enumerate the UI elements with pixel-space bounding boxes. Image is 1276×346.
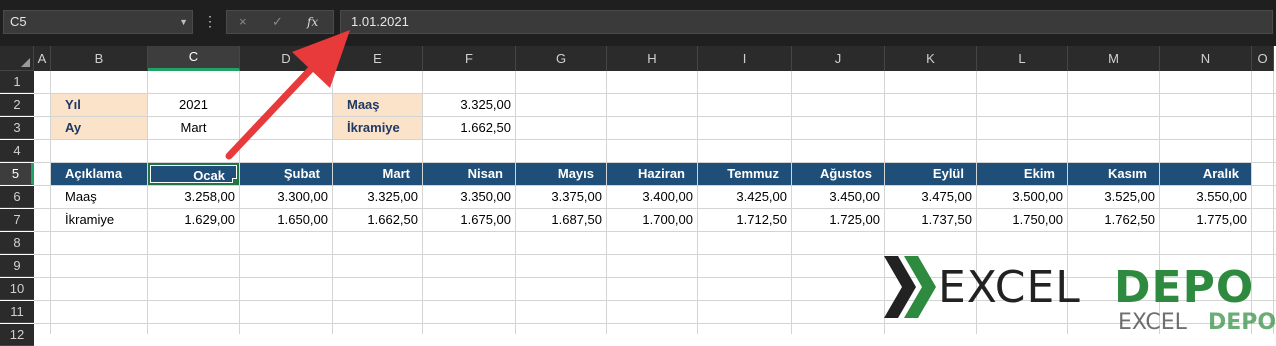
formula-buttons: × ✓ fx (226, 10, 334, 34)
salary-cell[interactable]: 3.500,00 (977, 186, 1067, 208)
column-header[interactable]: L (977, 46, 1068, 71)
column-header[interactable]: F (423, 46, 516, 71)
row-header[interactable]: 9 (0, 255, 34, 277)
cancel-icon[interactable]: × (239, 11, 247, 33)
salary-cell[interactable]: 3.475,00 (885, 186, 976, 208)
salary-cell[interactable]: 3.350,00 (423, 186, 515, 208)
logo-depo-small-text: DEPO (1208, 310, 1276, 335)
bonus-cell[interactable]: 1.650,00 (240, 209, 332, 231)
row-header[interactable]: 10 (0, 278, 34, 300)
name-box-value: C5 (10, 14, 27, 29)
salary-cell[interactable]: 3.525,00 (1068, 186, 1159, 208)
formula-bar-input[interactable]: 1.01.2021 (340, 10, 1273, 34)
salary-value-cell[interactable]: 3.325,00 (423, 94, 515, 116)
salary-cell[interactable]: 3.550,00 (1160, 186, 1251, 208)
column-header[interactable]: J (792, 46, 885, 71)
column-header[interactable]: O (1252, 46, 1274, 71)
bonus-cell[interactable]: 1.712,50 (698, 209, 791, 231)
row-header[interactable]: 3 (0, 117, 34, 139)
month-header-cell[interactable]: Ağustos (792, 163, 884, 185)
salary-cell[interactable]: 3.325,00 (333, 186, 422, 208)
month-header-cell[interactable]: Kasım (1068, 163, 1159, 185)
column-header[interactable]: B (51, 46, 148, 71)
logo-depo-text: DEPO (1114, 262, 1255, 313)
year-label-cell[interactable]: Yıl (51, 94, 147, 116)
logo-excel-small-text: EXCEL (1118, 310, 1187, 335)
row-header[interactable]: 4 (0, 140, 34, 162)
salary-cell[interactable]: 3.400,00 (607, 186, 697, 208)
month-header-cell[interactable]: Ekim (977, 163, 1067, 185)
column-header[interactable]: K (885, 46, 977, 71)
bonus-cell[interactable]: 1.775,00 (1160, 209, 1251, 231)
name-box[interactable]: C5 ▼ (3, 10, 193, 34)
bonus-cell[interactable]: 1.629,00 (148, 209, 239, 231)
year-value-cell[interactable]: 2021 (148, 94, 239, 116)
column-header[interactable]: M (1068, 46, 1160, 71)
description-header-cell[interactable]: Açıklama (51, 163, 147, 185)
month-header-cell[interactable]: Eylül (885, 163, 976, 185)
excel-depo-logo: EXCEL DEPO EXCEL DEPO (882, 250, 1276, 335)
row-header[interactable]: 11 (0, 301, 34, 323)
month-header-cell[interactable]: Ocak (148, 163, 239, 185)
row-header[interactable]: 8 (0, 232, 34, 254)
column-header[interactable]: C (148, 46, 240, 71)
month-value-cell[interactable]: Mart (148, 117, 239, 139)
month-header-cell[interactable]: Şubat (240, 163, 332, 185)
month-header-cell[interactable]: Mayıs (516, 163, 606, 185)
more-options-icon[interactable]: ⋮ (203, 12, 217, 30)
month-header-cell[interactable]: Haziran (607, 163, 697, 185)
salary-cell[interactable]: 3.258,00 (148, 186, 239, 208)
month-header-cell[interactable]: Temmuz (698, 163, 791, 185)
insert-function-icon[interactable]: fx (307, 11, 318, 33)
column-header[interactable]: G (516, 46, 607, 71)
salary-cell[interactable]: 3.375,00 (516, 186, 606, 208)
row-header[interactable]: 6 (0, 186, 34, 208)
salary-cell[interactable]: 3.300,00 (240, 186, 332, 208)
row-header[interactable]: 2 (0, 94, 34, 116)
column-header[interactable]: A (34, 46, 51, 71)
month-label-cell[interactable]: Ay (51, 117, 147, 139)
bonus-cell[interactable]: 1.700,00 (607, 209, 697, 231)
bonus-cell[interactable]: 1.662,50 (333, 209, 422, 231)
select-all-button[interactable] (0, 46, 34, 71)
x-logo-icon (884, 256, 936, 318)
row-header[interactable]: 12 (0, 324, 34, 346)
month-header-cell[interactable]: Mart (333, 163, 422, 185)
formula-toolbar: C5 ▼ ⋮ × ✓ fx 1.01.2021 (0, 0, 1276, 46)
bonus-cell[interactable]: 1.675,00 (423, 209, 515, 231)
month-header-cell[interactable]: Nisan (423, 163, 515, 185)
row-header[interactable]: 7 (0, 209, 34, 231)
month-header-cell[interactable]: Aralık (1160, 163, 1251, 185)
column-header[interactable]: D (240, 46, 333, 71)
bonus-cell[interactable]: 1.725,00 (792, 209, 884, 231)
row-header[interactable]: 1 (0, 71, 34, 93)
column-header[interactable]: N (1160, 46, 1252, 71)
bonus-cell[interactable]: 1.687,50 (516, 209, 606, 231)
bonus-value-cell[interactable]: 1.662,50 (423, 117, 515, 139)
bonus-cell[interactable]: 1.737,50 (885, 209, 976, 231)
salary-label-cell[interactable]: Maaş (333, 94, 422, 116)
chevron-down-icon[interactable]: ▼ (179, 11, 188, 33)
row-label-cell[interactable]: İkramiye (51, 209, 147, 231)
row-header[interactable]: 5 (0, 163, 34, 185)
bonus-cell[interactable]: 1.750,00 (977, 209, 1067, 231)
bonus-cell[interactable]: 1.762,50 (1068, 209, 1159, 231)
row-label-cell[interactable]: Maaş (51, 186, 147, 208)
column-header[interactable]: H (607, 46, 698, 71)
check-icon[interactable]: ✓ (272, 11, 283, 33)
salary-cell[interactable]: 3.425,00 (698, 186, 791, 208)
column-header[interactable]: I (698, 46, 792, 71)
salary-cell[interactable]: 3.450,00 (792, 186, 884, 208)
column-header[interactable]: E (333, 46, 423, 71)
bonus-label-cell[interactable]: İkramiye (333, 117, 422, 139)
logo-excel-text: EXCEL (938, 262, 1081, 313)
